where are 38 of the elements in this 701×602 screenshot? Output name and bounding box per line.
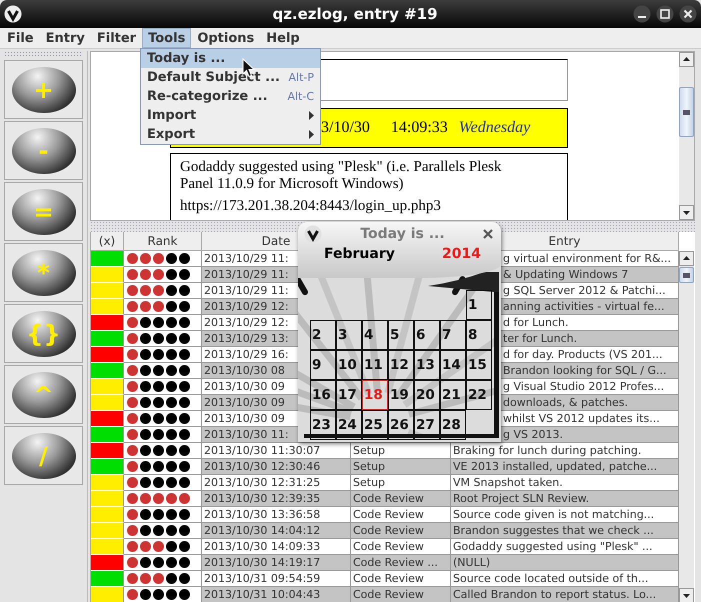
entry-cell: (NULL) <box>451 555 679 571</box>
category-cell: Code Review <box>351 587 451 602</box>
popup-title: Today is ... <box>359 226 446 242</box>
date-cell: 2013/10/30 12:31:25 <box>202 475 351 491</box>
date-cell: 2013/10/30 11:30:07 <box>202 443 351 459</box>
category-cell: Setup <box>351 459 451 475</box>
shortcut-text: Alt-C <box>287 90 314 103</box>
date-cell: 2013/10/30 12:30:46 <box>202 459 351 475</box>
category-cell: Code Review <box>351 539 451 555</box>
entry-cell: VM Snapshot taken. <box>451 475 679 491</box>
category-cell: Setup <box>351 475 451 491</box>
date-cell: 2013/10/31 09:54:59 <box>202 571 351 587</box>
entry-cell: Source code located outside of th... <box>451 571 679 587</box>
window-title: qz.ezlog, entry #19 <box>271 5 439 23</box>
category-cell: Code Review ... <box>351 555 451 571</box>
weekday-text: Wednesday <box>458 119 530 137</box>
date-cell: 2013/10/30 14:09:33 <box>202 539 351 555</box>
category-cell: Setup <box>351 443 451 459</box>
category-cell: Code Review <box>351 571 451 587</box>
date-cell: 2013/10/31 10:04:43 <box>202 587 351 602</box>
entry-cell: Root Project SLN Review. <box>451 491 679 507</box>
entry-cell: VE 2013 installed, updated, patche... <box>451 459 679 475</box>
category-cell: Code Review <box>351 491 451 507</box>
date-cell: 2013/10/30 14:19:17 <box>202 555 351 571</box>
entry-cell: Braking for lunch during patching. <box>451 443 679 459</box>
shortcut-text: Alt-P <box>288 71 314 84</box>
time-text: 14:09:33 <box>390 119 448 137</box>
entry-cell: Source code given is not matching... <box>451 507 679 523</box>
entry-cell: Called Brandon to report status. Lo... <box>451 587 679 602</box>
date-cell: 2013/10/30 14:04:12 <box>202 523 351 539</box>
category-cell: Code Review <box>351 507 451 523</box>
date-cell: 2013/10/30 13:36:58 <box>202 507 351 523</box>
date-text: 3/10/30 <box>321 119 370 137</box>
entry-text: Godaddy suggested using "Plesk" (i.e. Parallels Plesk Panel 11.0.9 for Microsoft Windows) <box>180 159 502 193</box>
entry-cell: Brandon suggestes that we check ... <box>451 523 679 539</box>
entry-cell: Godaddy suggested using "Plesk" ... <box>451 539 679 555</box>
category-cell: Code Review <box>351 523 451 539</box>
date-cell: 2013/10/30 12:39:35 <box>202 491 351 507</box>
